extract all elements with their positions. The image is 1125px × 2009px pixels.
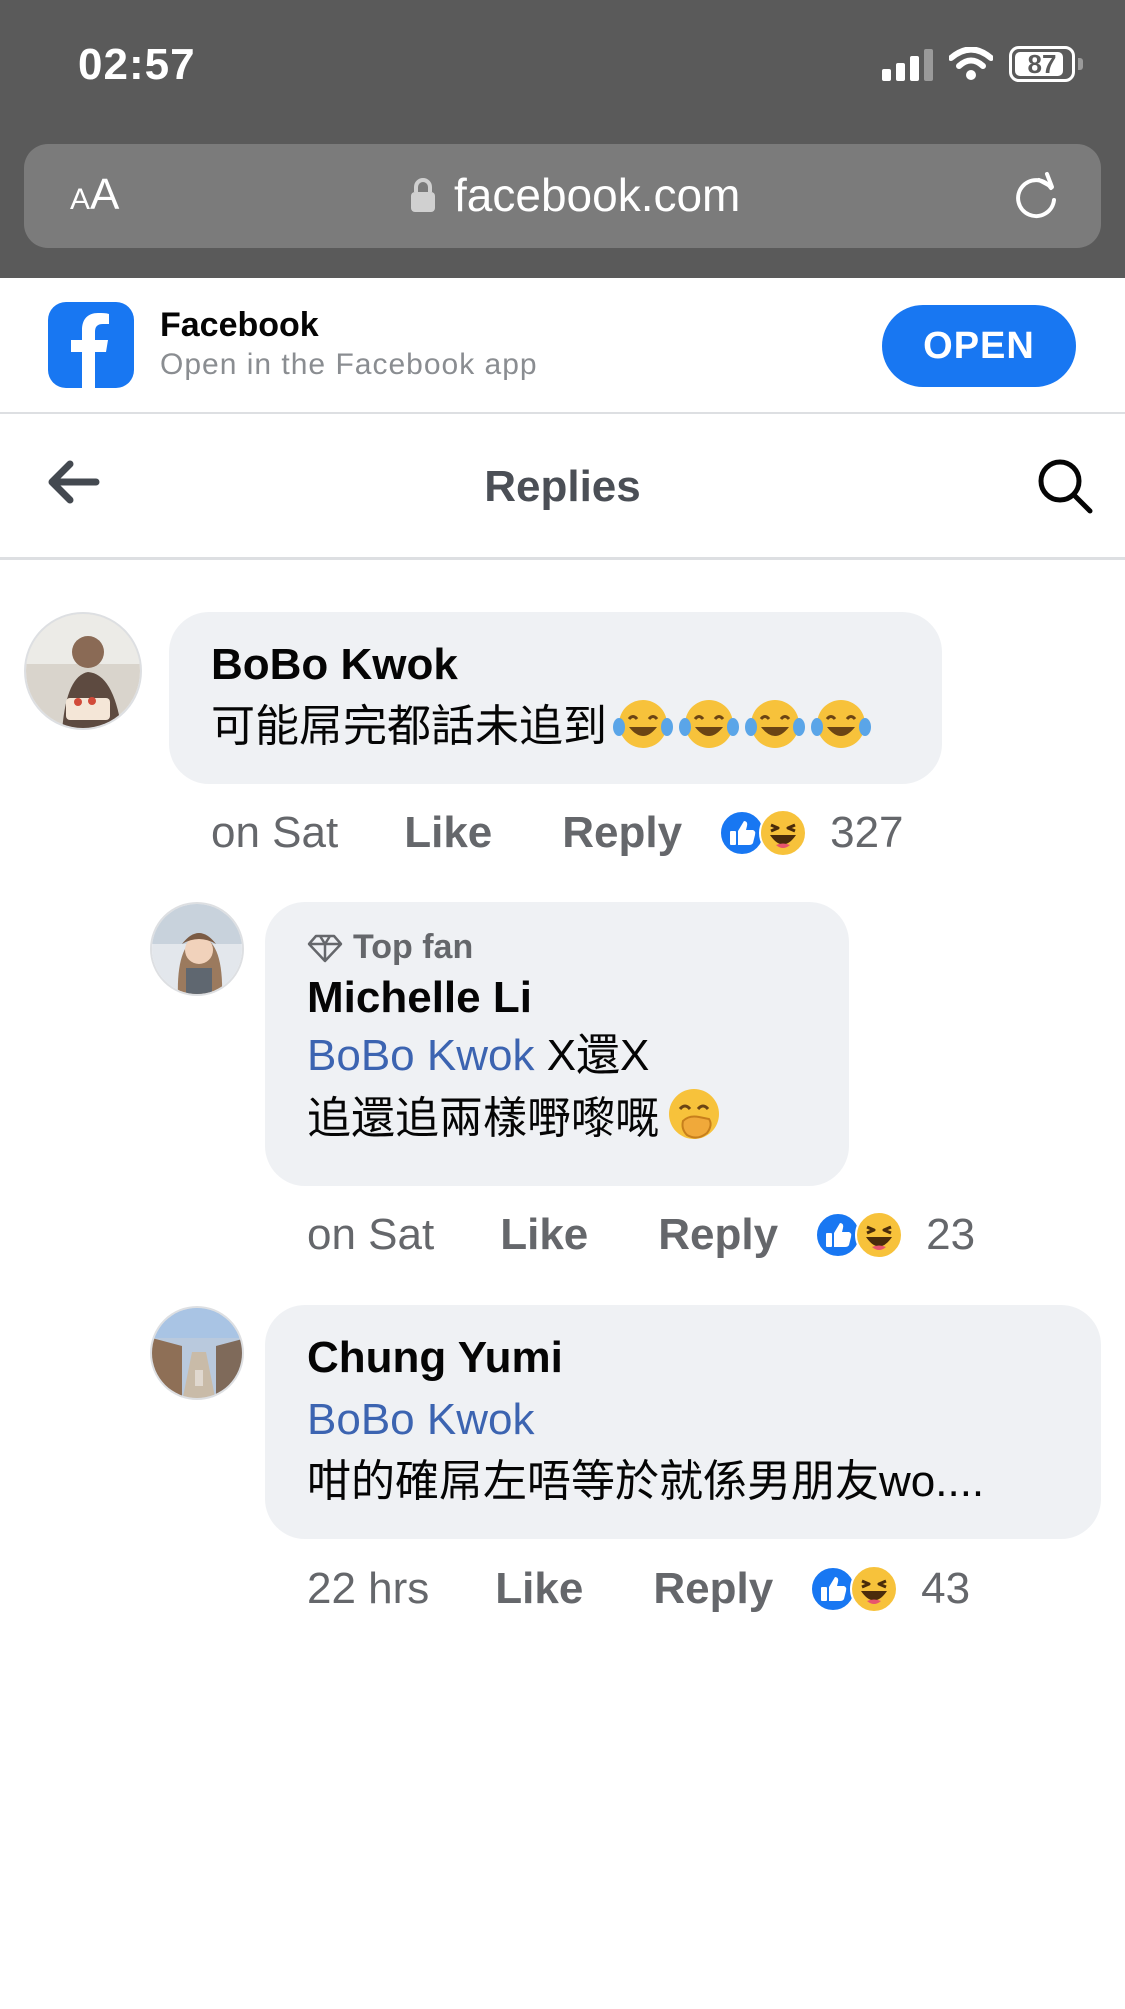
- avatar[interactable]: [150, 1306, 244, 1400]
- url-text: facebook.com: [454, 169, 741, 221]
- reactions-summary[interactable]: [809, 1564, 899, 1614]
- comment-author[interactable]: BoBo Kwok: [211, 640, 900, 690]
- wifi-icon: [949, 47, 993, 80]
- like-button[interactable]: Like: [404, 808, 492, 858]
- reload-icon[interactable]: [1011, 170, 1061, 222]
- app-banner-title: Facebook: [160, 306, 319, 344]
- comment-bubble: BoBo Kwok 可能屌完都話未追到: [169, 612, 942, 784]
- facebook-logo-icon: [48, 302, 134, 388]
- comment-text: 咁的確屌左唔等於就係男朋友wo....: [307, 1457, 985, 1506]
- avatar[interactable]: [150, 902, 244, 996]
- comment-bubble: Chung Yumi BoBo Kwok 咁的確屌左唔等於就係男朋友wo....: [265, 1305, 1101, 1539]
- comment-text: 可能屌完都話未追到: [211, 702, 607, 751]
- page-title: Replies: [484, 462, 641, 511]
- like-button[interactable]: Like: [500, 1210, 588, 1260]
- haha-reaction-icon: [759, 809, 808, 857]
- face-with-hand-over-mouth-icon: [669, 1089, 719, 1139]
- comment-actions: 22 hrs Like Reply 43: [307, 1564, 970, 1614]
- top-fan-label: Top fan: [353, 928, 474, 966]
- mention-link[interactable]: BoBo Kwok: [307, 1031, 534, 1080]
- comment-text: X還X: [546, 1031, 650, 1080]
- comment-time[interactable]: on Sat: [307, 1210, 434, 1260]
- reactions-summary[interactable]: [814, 1210, 904, 1260]
- comment-bubble: Top fan Michelle Li BoBo Kwok X還X 追還追兩樣嘢…: [265, 902, 849, 1186]
- lock-icon: [411, 178, 435, 212]
- like-button[interactable]: Like: [495, 1564, 583, 1614]
- comment-time[interactable]: on Sat: [211, 808, 338, 858]
- comment-time[interactable]: 22 hrs: [307, 1564, 429, 1614]
- status-icons: 87: [882, 46, 1083, 82]
- reply-button[interactable]: Reply: [658, 1210, 778, 1260]
- reply-button[interactable]: Reply: [653, 1564, 773, 1614]
- url-display[interactable]: facebook.com: [410, 168, 740, 222]
- app-banner: Facebook Open in the Facebook app OPEN: [0, 278, 1125, 414]
- replies-header: Replies: [0, 414, 1125, 560]
- text-size-button[interactable]: AA: [70, 170, 119, 220]
- status-time: 02:57: [78, 40, 196, 89]
- comment-actions: on Sat Like Reply 23: [307, 1210, 975, 1260]
- haha-reaction-icon: [855, 1211, 904, 1259]
- face-with-tears-of-joy-icon: [745, 700, 805, 748]
- avatar[interactable]: [24, 612, 142, 730]
- battery-level: 87: [1027, 48, 1057, 79]
- reaction-count[interactable]: 43: [921, 1564, 970, 1614]
- app-banner-subtitle: Open in the Facebook app: [160, 348, 538, 381]
- top-fan-badge: Top fan: [307, 928, 807, 967]
- diamond-icon: [307, 934, 343, 962]
- address-bar[interactable]: AA facebook.com: [24, 144, 1101, 248]
- face-with-tears-of-joy-icon: [613, 700, 673, 748]
- reaction-count[interactable]: 327: [830, 808, 903, 858]
- mention-link[interactable]: BoBo Kwok: [307, 1395, 534, 1444]
- face-with-tears-of-joy-icon: [811, 700, 871, 748]
- comment-text: 追還追兩樣嘢嚟嘅: [307, 1094, 659, 1143]
- browser-chrome: 02:57 87 AA facebook.com: [0, 0, 1125, 278]
- face-with-tears-of-joy-icon: [679, 700, 739, 748]
- reaction-count[interactable]: 23: [926, 1210, 975, 1260]
- haha-reaction-icon: [850, 1565, 899, 1613]
- open-app-button[interactable]: OPEN: [882, 305, 1076, 387]
- cellular-signal-icon: [882, 47, 933, 81]
- comment-actions: on Sat Like Reply 327: [211, 808, 904, 858]
- battery-icon: 87: [1009, 46, 1075, 82]
- reply-button[interactable]: Reply: [562, 808, 682, 858]
- comment-author[interactable]: Chung Yumi: [307, 1333, 1059, 1383]
- reactions-summary[interactable]: [718, 808, 808, 858]
- search-icon[interactable]: [1035, 456, 1095, 516]
- comment-author[interactable]: Michelle Li: [307, 973, 807, 1023]
